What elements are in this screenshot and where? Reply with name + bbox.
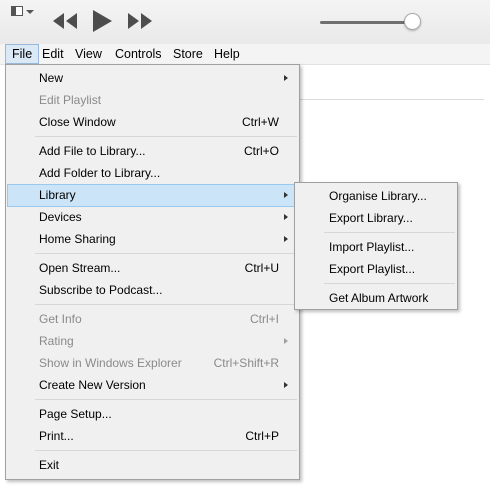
menu-item-label: Add Folder to Library... [39, 166, 161, 180]
menu-item-label: Export Library... [329, 211, 413, 225]
menu-item-create-new-version[interactable]: Create New Version [7, 374, 298, 396]
menu-item-show-in-explorer[interactable]: Show in Windows Explorer Ctrl+Shift+R [7, 352, 298, 374]
submenu-arrow-icon [284, 236, 288, 242]
rewind-icon[interactable] [52, 11, 78, 31]
menu-item-label: Print... [39, 429, 74, 443]
menu-help[interactable]: Help [208, 44, 246, 64]
menu-separator [324, 283, 455, 284]
menu-item-label: Import Playlist... [329, 240, 415, 254]
submenu-arrow-icon [284, 214, 288, 220]
menu-item-get-info[interactable]: Get Info Ctrl+I [7, 308, 298, 330]
window-menu-icon[interactable] [11, 6, 37, 20]
menu-edit[interactable]: Edit [36, 44, 70, 64]
menu-item-label: Devices [39, 210, 82, 224]
volume-slider-track[interactable] [320, 21, 414, 24]
menu-item-label: Get Album Artwork [329, 291, 429, 305]
menu-separator [35, 304, 297, 305]
menu-separator [35, 399, 297, 400]
content-divider [300, 99, 484, 100]
menu-bar: File Edit View Controls Store Help [0, 44, 490, 65]
menu-item-label: Export Playlist... [329, 262, 416, 276]
file-menu: New Edit Playlist Close Window Ctrl+W Ad… [5, 64, 300, 480]
menu-item-exit[interactable]: Exit [7, 454, 298, 476]
menu-item-home-sharing[interactable]: Home Sharing [7, 228, 298, 250]
menu-item-open-stream[interactable]: Open Stream... Ctrl+U [7, 257, 298, 279]
menu-item-subscribe-podcast[interactable]: Subscribe to Podcast... [7, 279, 298, 301]
menu-item-get-album-artwork[interactable]: Get Album Artwork [296, 287, 456, 309]
submenu-arrow-icon [284, 75, 288, 81]
menu-item-add-folder[interactable]: Add Folder to Library... [7, 162, 298, 184]
menu-item-label: Organise Library... [329, 189, 427, 203]
fast-forward-icon[interactable] [127, 11, 153, 31]
menu-item-label: Subscribe to Podcast... [39, 283, 163, 297]
menu-item-devices[interactable]: Devices [7, 206, 298, 228]
library-submenu: Organise Library... Export Library... Im… [294, 182, 458, 310]
menu-item-new[interactable]: New [7, 67, 298, 89]
menu-item-organise-library[interactable]: Organise Library... [296, 185, 456, 207]
player-toolbar [0, 0, 490, 44]
menu-item-page-setup[interactable]: Page Setup... [7, 403, 298, 425]
menu-item-label: Create New Version [39, 378, 146, 392]
menu-separator [324, 232, 455, 233]
menu-item-rating[interactable]: Rating [7, 330, 298, 352]
menu-controls[interactable]: Controls [109, 44, 168, 64]
menu-item-label: Edit Playlist [39, 93, 102, 107]
menu-item-label: Home Sharing [39, 232, 116, 246]
menu-item-label: Exit [39, 458, 60, 472]
menu-item-shortcut: Ctrl+O [243, 144, 279, 158]
menu-item-shortcut: Ctrl+I [249, 312, 279, 326]
menu-item-import-playlist[interactable]: Import Playlist... [296, 236, 456, 258]
menu-store[interactable]: Store [167, 44, 209, 64]
menu-item-label: Page Setup... [39, 407, 112, 421]
menu-item-label: Add File to Library... [39, 144, 146, 158]
menu-item-export-playlist[interactable]: Export Playlist... [296, 258, 456, 280]
menu-item-shortcut: Ctrl+P [245, 429, 279, 443]
menu-item-label: Show in Windows Explorer [39, 356, 182, 370]
menu-separator [35, 450, 297, 451]
submenu-arrow-icon [284, 382, 288, 388]
menu-item-label: Get Info [39, 312, 82, 326]
volume-slider-handle[interactable] [404, 13, 421, 30]
menu-item-export-library[interactable]: Export Library... [296, 207, 456, 229]
menu-item-add-file[interactable]: Add File to Library... Ctrl+O [7, 140, 298, 162]
menu-item-edit-playlist[interactable]: Edit Playlist [7, 89, 298, 111]
submenu-arrow-icon [284, 338, 288, 344]
menu-item-label: Open Stream... [39, 261, 121, 275]
play-icon[interactable] [91, 9, 113, 33]
menu-item-label: New [39, 71, 64, 85]
submenu-arrow-icon [284, 192, 288, 198]
menu-item-label: Library [39, 188, 76, 202]
menu-item-shortcut: Ctrl+Shift+R [213, 356, 279, 370]
menu-item-close-window[interactable]: Close Window Ctrl+W [7, 111, 298, 133]
menu-item-label: Rating [39, 334, 74, 348]
menu-file[interactable]: File [5, 44, 40, 64]
menu-view[interactable]: View [69, 44, 108, 64]
menu-separator [35, 253, 297, 254]
menu-item-shortcut: Ctrl+W [242, 115, 279, 129]
menu-item-library[interactable]: Library [7, 184, 298, 207]
menu-item-label: Close Window [39, 115, 116, 129]
menu-item-shortcut: Ctrl+U [244, 261, 279, 275]
menu-separator [35, 136, 297, 137]
menu-item-print[interactable]: Print... Ctrl+P [7, 425, 298, 447]
